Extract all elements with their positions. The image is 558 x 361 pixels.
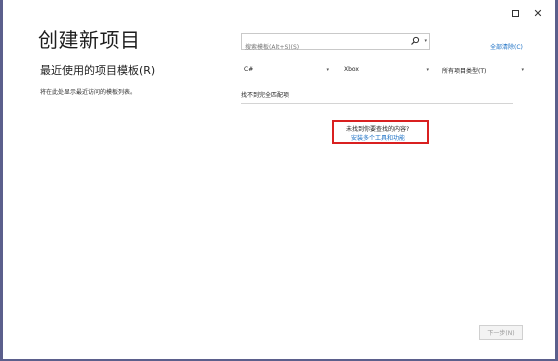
platform-filter-dropdown[interactable]: Xbox ▾ [341, 63, 431, 77]
chevron-down-icon: ▾ [426, 67, 429, 73]
not-found-question: 未找到你要查找的内容? [346, 126, 410, 133]
maximize-icon [511, 9, 519, 17]
results-divider [241, 103, 513, 104]
recent-templates-description: 将在此处显示最近访问的模板列表。 [40, 89, 137, 96]
language-filter-value: C# [244, 66, 254, 73]
maximize-button[interactable] [508, 6, 522, 20]
project-type-filter-value: 所有项目类型(T) [442, 68, 487, 75]
project-type-filter-dropdown[interactable]: 所有项目类型(T) ▾ [439, 63, 526, 77]
page-title: 创建新项目 [38, 28, 141, 52]
platform-filter-value: Xbox [344, 66, 359, 73]
window-frame-left [0, 0, 3, 361]
no-exact-match-label: 找不到完全匹配项 [241, 92, 290, 99]
search-options-chevron-icon[interactable]: ▾ [424, 38, 427, 44]
clear-all-link[interactable]: 全部清除(C) [490, 42, 523, 51]
close-button[interactable]: ✕ [531, 6, 545, 20]
template-search-box[interactable]: ▾ [241, 33, 430, 55]
recent-templates-heading: 最近使用的项目模板(R) [40, 64, 156, 77]
install-tools-link[interactable]: 安装多个工具和功能 [351, 133, 405, 142]
close-icon: ✕ [533, 6, 543, 20]
chevron-down-icon: ▾ [326, 67, 329, 73]
next-button[interactable]: 下一步(N) [479, 325, 523, 340]
chevron-down-icon: ▾ [521, 67, 524, 73]
language-filter-dropdown[interactable]: C# ▾ [241, 63, 331, 77]
search-input[interactable] [242, 40, 405, 55]
search-icon[interactable] [410, 36, 420, 46]
